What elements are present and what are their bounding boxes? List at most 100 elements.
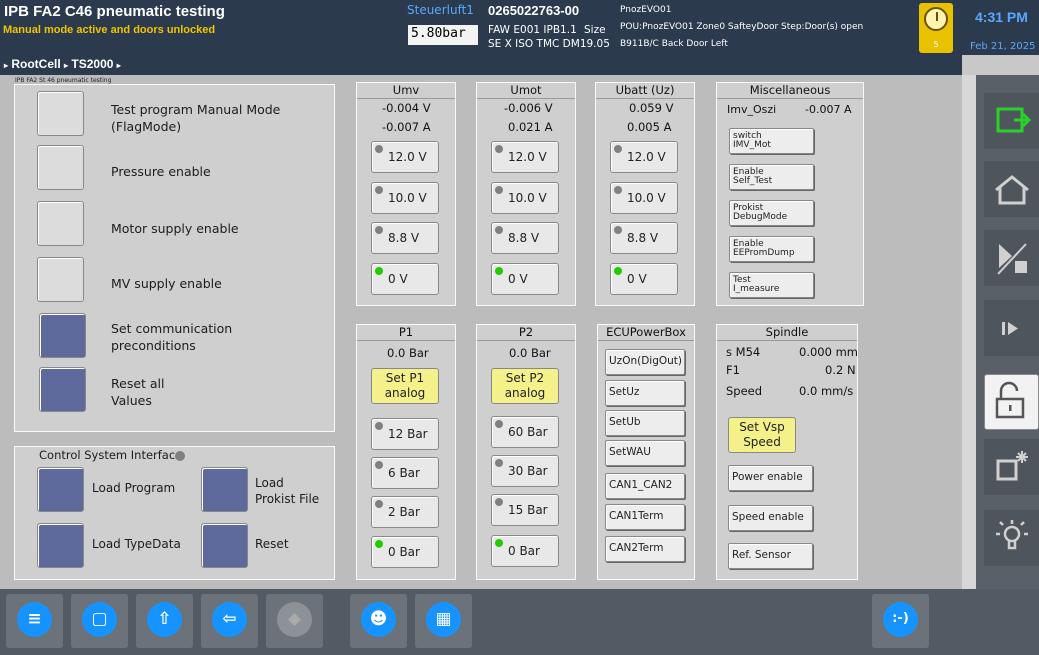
user-button[interactable]: ☻ bbox=[350, 594, 407, 648]
pressure-enable-toggle[interactable] bbox=[37, 145, 84, 190]
umot-12v-button[interactable]: 12.0 V bbox=[491, 141, 559, 173]
ubatt-8v8-button[interactable]: 8.8 V bbox=[610, 222, 678, 254]
reset-button[interactable] bbox=[201, 523, 248, 568]
breadcrumb-item-rootcell[interactable]: RootCell bbox=[11, 57, 60, 71]
air-pressure-label: Steuerluft1 bbox=[407, 3, 474, 17]
status-led-icon bbox=[175, 451, 185, 461]
arrow-up-icon: ⇧ bbox=[147, 602, 182, 637]
mv-supply-label: MV supply enable bbox=[111, 276, 222, 291]
sidebar-new-item-button[interactable] bbox=[984, 439, 1039, 495]
sidebar-step-button[interactable] bbox=[984, 300, 1039, 356]
sidebar-play-stop-button[interactable] bbox=[984, 230, 1039, 286]
umot-voltage: -0.006 V bbox=[504, 101, 553, 115]
set-communication-label: Set communication preconditions bbox=[111, 321, 233, 353]
uzon-digout-button[interactable]: UzOn(DigOut) bbox=[605, 349, 685, 375]
enable-eepromdump-button[interactable]: Enable EEPromDump bbox=[729, 236, 814, 262]
umv-10v-button[interactable]: 10.0 V bbox=[371, 182, 439, 214]
breadcrumb-item-ts2000[interactable]: TS2000 bbox=[71, 57, 113, 71]
p2-60bar-button[interactable]: 60 Bar bbox=[491, 416, 559, 448]
setuz-button[interactable]: SetUz bbox=[605, 380, 685, 406]
misc-title: Miscellaneous bbox=[717, 83, 863, 99]
setub-button[interactable]: SetUb bbox=[605, 410, 685, 436]
p2-15bar-button[interactable]: 15 Bar bbox=[491, 494, 559, 526]
led-icon bbox=[375, 186, 383, 194]
load-prokist-label: Load Prokist File bbox=[255, 476, 320, 506]
load-prokist-button[interactable] bbox=[201, 467, 248, 512]
p1-value: 0.0 Bar bbox=[387, 346, 429, 360]
navigate-disabled-button[interactable]: ◆ bbox=[266, 594, 323, 648]
sidebar-home-button[interactable] bbox=[984, 161, 1039, 217]
tree-view-button[interactable]: ≡ bbox=[6, 594, 63, 648]
ubatt-panel: Ubatt (Uz) 0.059 V 0.005 A 12.0 V 10.0 V… bbox=[595, 82, 695, 306]
navigate-back-button[interactable]: ⇦ bbox=[201, 594, 258, 648]
status-smiley-button[interactable]: :-) bbox=[872, 594, 929, 648]
ubatt-voltage: 0.059 V bbox=[629, 101, 674, 115]
setwau-button[interactable]: SetWAU bbox=[605, 440, 685, 466]
enable-self-test-button[interactable]: Enable Self_Test bbox=[729, 164, 814, 190]
set-p1-analog-button[interactable]: Set P1 analog bbox=[371, 368, 439, 404]
prokist-debugmode-button[interactable]: Prokist DebugMode bbox=[729, 200, 814, 226]
led-icon bbox=[495, 498, 503, 506]
set-p2-analog-button[interactable]: Set P2 analog bbox=[491, 368, 559, 404]
umot-0v-button[interactable]: 0 V bbox=[491, 263, 559, 295]
can1-can2-button[interactable]: CAN1_CAN2 bbox=[605, 473, 685, 499]
f1-value: 0.2 N bbox=[825, 363, 856, 377]
imv-oszi-label: Imv_Oszi bbox=[727, 103, 777, 116]
speed-enable-button[interactable]: Speed enable bbox=[728, 505, 813, 531]
breadcrumb-arrow-icon: ▸ bbox=[64, 61, 69, 70]
umv-title: Umv bbox=[357, 83, 455, 99]
motor-supply-toggle[interactable] bbox=[37, 201, 84, 246]
umv-8v8-button[interactable]: 8.8 V bbox=[371, 222, 439, 254]
umv-current: -0.007 A bbox=[382, 120, 431, 134]
led-icon bbox=[495, 226, 503, 234]
ubatt-10v-button[interactable]: 10.0 V bbox=[610, 182, 678, 214]
sidebar-exit-button[interactable] bbox=[984, 93, 1039, 149]
led-icon bbox=[614, 267, 622, 275]
p1-0bar-button[interactable]: 0 Bar bbox=[371, 536, 439, 568]
led-icon bbox=[614, 145, 622, 153]
reset-all-button[interactable] bbox=[39, 367, 86, 412]
grid-button[interactable]: ▦ bbox=[415, 594, 472, 648]
p2-panel: P2 0.0 Bar Set P2 analog 60 Bar 30 Bar 15… bbox=[476, 324, 576, 580]
ref-sensor-button[interactable]: Ref. Sensor bbox=[728, 543, 813, 569]
p1-6bar-button[interactable]: 6 Bar bbox=[371, 457, 439, 489]
unlock-icon bbox=[995, 381, 1025, 419]
p2-0bar-button[interactable]: 0 Bar bbox=[491, 535, 559, 567]
miscellaneous-panel: Miscellaneous Imv_Oszi -0.007 A switch IM… bbox=[716, 82, 864, 306]
home-icon bbox=[995, 175, 1029, 205]
p1-2bar-button[interactable]: 2 Bar bbox=[371, 496, 439, 528]
umv-0v-button[interactable]: 0 V bbox=[371, 263, 439, 295]
sidebar-unlock-button[interactable] bbox=[984, 374, 1039, 430]
manual-mode-panel: Test program Manual Mode (FlagMode) Press… bbox=[14, 84, 335, 432]
ecu-title: ECUPowerBox bbox=[598, 325, 694, 341]
alarm-button[interactable]: 5 bbox=[919, 3, 953, 53]
sidebar-light-button[interactable] bbox=[984, 510, 1039, 566]
led-icon bbox=[495, 145, 503, 153]
can2term-button[interactable]: CAN2Term bbox=[605, 536, 685, 562]
navigate-up-button[interactable]: ⇧ bbox=[136, 594, 193, 648]
umot-8v8-button[interactable]: 8.8 V bbox=[491, 222, 559, 254]
ubatt-12v-button[interactable]: 12.0 V bbox=[610, 141, 678, 173]
umv-12v-button[interactable]: 12.0 V bbox=[371, 141, 439, 173]
sm54-value: 0.000 mm bbox=[799, 345, 858, 359]
switch-imv-mot-button[interactable]: switch IMV_Mot bbox=[729, 128, 814, 154]
led-icon bbox=[375, 500, 383, 508]
ubatt-0v-button[interactable]: 0 V bbox=[610, 263, 678, 295]
power-enable-button[interactable]: Power enable bbox=[728, 465, 813, 491]
set-vsp-speed-button[interactable]: Set Vsp Speed bbox=[728, 417, 796, 453]
manual-mode-toggle[interactable] bbox=[37, 91, 84, 136]
load-program-button[interactable] bbox=[37, 467, 84, 512]
motor-supply-label: Motor supply enable bbox=[111, 221, 239, 236]
mv-supply-toggle[interactable] bbox=[37, 257, 84, 302]
set-communication-button[interactable] bbox=[39, 313, 86, 358]
load-typedata-button[interactable] bbox=[37, 523, 84, 568]
window-button[interactable]: ▢ bbox=[71, 594, 128, 648]
umot-10v-button[interactable]: 10.0 V bbox=[491, 182, 559, 214]
panel-caption: IPB FA2 St 46 pneumatic testing bbox=[15, 77, 112, 84]
p1-12bar-button[interactable]: 12 Bar bbox=[371, 418, 439, 450]
speed-value: 0.0 mm/s bbox=[799, 384, 854, 398]
p2-30bar-button[interactable]: 30 Bar bbox=[491, 455, 559, 487]
se-info: SE X ISO TMC DM19.05 bbox=[488, 38, 610, 50]
can1term-button[interactable]: CAN1Term bbox=[605, 504, 685, 530]
test-i-measure-button[interactable]: Test I_measure bbox=[729, 272, 814, 298]
